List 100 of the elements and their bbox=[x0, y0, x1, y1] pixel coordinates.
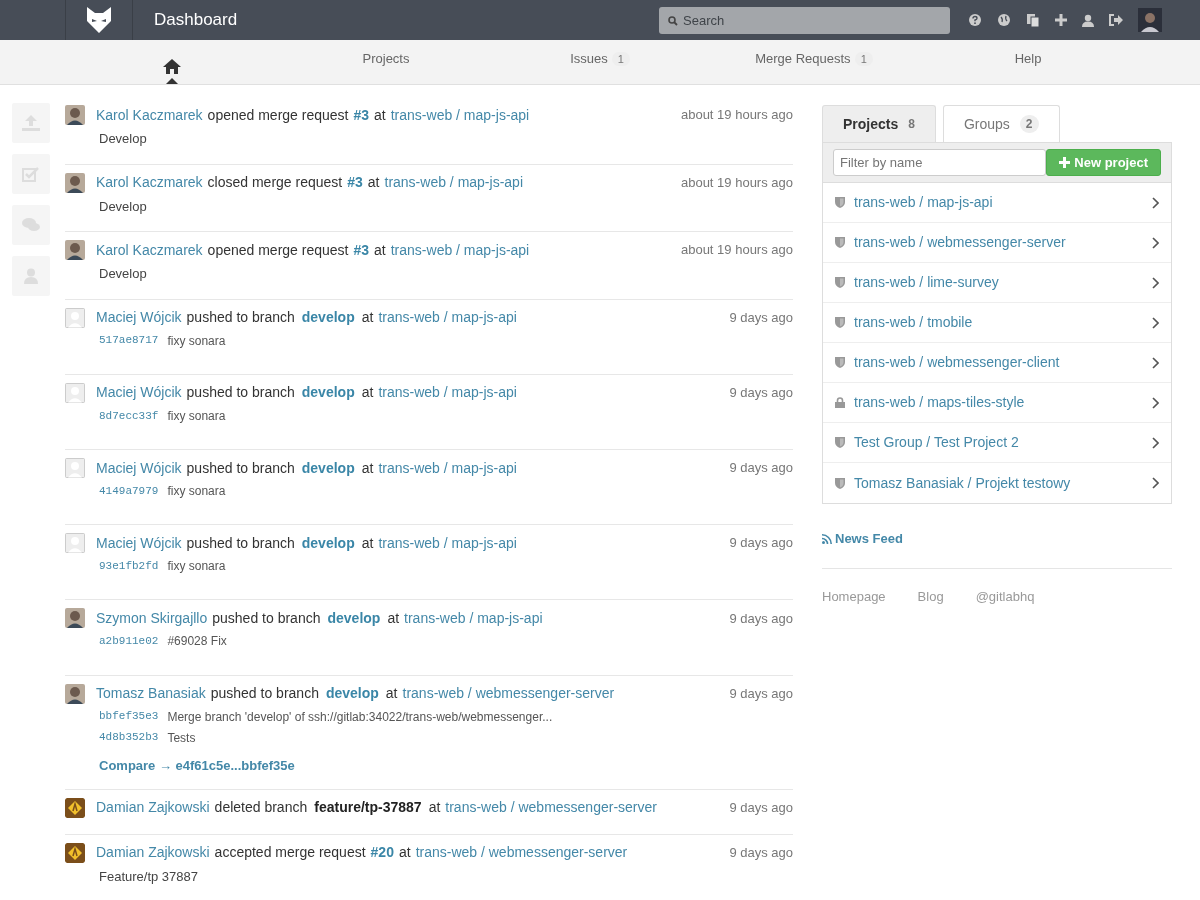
project-link[interactable]: trans-web / lime-survey bbox=[854, 273, 999, 292]
nav-tab[interactable]: Projects bbox=[362, 40, 410, 84]
news-feed-link[interactable]: News Feed bbox=[835, 530, 903, 548]
chevron-right-icon bbox=[1152, 356, 1159, 369]
shield-icon bbox=[835, 477, 845, 489]
ref-link[interactable]: develop bbox=[301, 383, 355, 403]
author-link[interactable]: Damian Zajkowski bbox=[96, 798, 210, 817]
sidebar-tab[interactable]: Projects 8 bbox=[822, 105, 936, 142]
project-link[interactable]: trans-web / webmessenger-server bbox=[402, 684, 615, 703]
commit-message: fixy sonara bbox=[167, 483, 226, 500]
filter-field[interactable]: Filter by name bbox=[833, 149, 1046, 176]
author-link[interactable]: Maciej Wójcik bbox=[96, 383, 182, 403]
plus-icon bbox=[1059, 157, 1071, 168]
chevron-right-icon bbox=[1152, 436, 1159, 449]
tab-count: 8 bbox=[908, 115, 915, 133]
event-action: opened merge request bbox=[207, 105, 349, 125]
author-link[interactable]: Tomasz Banasiak bbox=[96, 684, 206, 703]
commit-message: Tests bbox=[167, 729, 196, 746]
project-link[interactable]: trans-web / webmessenger-server bbox=[854, 233, 1066, 252]
author-link[interactable]: Karol Kaczmarek bbox=[96, 105, 203, 125]
checkbox-icon[interactable] bbox=[12, 154, 50, 194]
compare-link[interactable]: Compare → e4f61c5e...bbfef35e bbox=[99, 756, 295, 775]
project-link[interactable]: trans-web / maps-tiles-style bbox=[854, 393, 1025, 412]
new-project-button[interactable]: New project bbox=[1046, 149, 1161, 176]
ref-link[interactable]: #20 bbox=[370, 843, 394, 862]
ref-link[interactable]: develop bbox=[301, 533, 355, 553]
commit-sha[interactable]: 4149a7979 bbox=[99, 483, 159, 499]
commit-sha[interactable]: 517ae8717 bbox=[99, 333, 159, 349]
event-joiner: at bbox=[385, 684, 398, 703]
project-link[interactable]: trans-web / map-js-api bbox=[390, 105, 530, 125]
sidebar-tab[interactable]: Groups 2 bbox=[942, 105, 1060, 142]
event-joiner: at bbox=[367, 173, 380, 192]
avatar-logo bbox=[65, 842, 85, 863]
project-link[interactable]: trans-web / webmessenger-server bbox=[445, 798, 657, 817]
search-field[interactable]: Search bbox=[659, 6, 950, 34]
commit-message: fixy sonara bbox=[167, 332, 226, 349]
help-icon[interactable] bbox=[968, 13, 982, 27]
copy-icon[interactable] bbox=[1026, 13, 1040, 27]
ref-link[interactable]: develop bbox=[325, 684, 379, 703]
project-link[interactable]: trans-web / map-js-api bbox=[378, 308, 517, 328]
author-link[interactable]: Maciej Wójcik bbox=[96, 458, 182, 478]
ref-link[interactable]: develop bbox=[327, 608, 381, 628]
user-icon[interactable] bbox=[1082, 13, 1094, 27]
logout-icon[interactable] bbox=[1109, 14, 1123, 26]
lock-icon bbox=[835, 397, 845, 408]
author-link[interactable]: Maciej Wójcik bbox=[96, 533, 182, 553]
project-link[interactable]: trans-web / webmessenger-client bbox=[854, 353, 1060, 372]
ref-link[interactable]: #3 bbox=[347, 173, 363, 192]
chevron-right-icon bbox=[1152, 276, 1159, 289]
ref-link[interactable]: #3 bbox=[353, 240, 370, 260]
avatar-photo bbox=[65, 240, 85, 261]
ref-link[interactable]: #3 bbox=[353, 105, 370, 125]
event-action: accepted merge request bbox=[214, 843, 366, 862]
project-link[interactable]: trans-web / map-js-api bbox=[384, 173, 523, 192]
event-time: 9 days ago bbox=[729, 609, 793, 628]
commit-sha[interactable]: 8d7ecc33f bbox=[99, 408, 159, 424]
author-link[interactable]: Karol Kaczmarek bbox=[96, 240, 203, 260]
event-note: Feature/tp 37887 bbox=[99, 867, 200, 886]
nav-tab[interactable]: Merge Requests bbox=[755, 40, 851, 84]
project-link[interactable]: Test Group / Test Project 2 bbox=[854, 433, 1019, 452]
plus-icon[interactable] bbox=[1055, 14, 1067, 26]
author-link[interactable]: Szymon Skirgajllo bbox=[96, 608, 208, 628]
avatar-photo bbox=[65, 172, 85, 193]
project-link[interactable]: trans-web / map-js-api bbox=[390, 240, 530, 260]
commit-sha[interactable]: bbfef35e3 bbox=[99, 709, 159, 725]
event-note: Develop bbox=[99, 265, 148, 283]
fox-logo-icon[interactable] bbox=[84, 5, 114, 35]
event-time: 9 days ago bbox=[729, 798, 793, 817]
avatar-icon[interactable] bbox=[1138, 8, 1162, 32]
event-joiner: at bbox=[374, 240, 386, 260]
ref-link[interactable]: develop bbox=[301, 308, 355, 328]
author-link[interactable]: Karol Kaczmarek bbox=[96, 173, 203, 192]
project-link[interactable]: Tomasz Banasiak / Projekt testowy bbox=[854, 473, 1071, 493]
commit-sha[interactable]: 4d8b352b3 bbox=[99, 730, 159, 746]
project-link[interactable]: trans-web / map-js-api bbox=[854, 193, 993, 212]
footer-link[interactable]: Homepage bbox=[822, 587, 886, 606]
project-link[interactable]: trans-web / map-js-api bbox=[378, 383, 517, 403]
author-link[interactable]: Maciej Wójcik bbox=[96, 308, 182, 328]
project-link[interactable]: trans-web / map-js-api bbox=[378, 533, 517, 553]
count-badge: 1 bbox=[854, 52, 873, 67]
footer-link[interactable]: Blog bbox=[917, 587, 944, 606]
author-link[interactable]: Damian Zajkowski bbox=[96, 843, 210, 862]
event-time: 9 days ago bbox=[729, 843, 793, 862]
event-action: pushed to branch bbox=[186, 533, 295, 553]
project-link[interactable]: trans-web / map-js-api bbox=[378, 458, 517, 478]
nav-tab[interactable]: Help bbox=[1014, 40, 1042, 84]
avatar-photo bbox=[65, 683, 85, 704]
project-link[interactable]: trans-web / map-js-api bbox=[404, 608, 543, 628]
globe-icon[interactable] bbox=[997, 13, 1011, 27]
project-link[interactable]: trans-web / webmessenger-server bbox=[415, 843, 628, 862]
nav-tab[interactable]: Issues bbox=[570, 40, 608, 84]
event-action: pushed to branch bbox=[186, 308, 295, 328]
project-link[interactable]: trans-web / tmobile bbox=[854, 313, 973, 332]
commit-sha[interactable]: 93e1fb2fd bbox=[99, 558, 159, 574]
ref-link[interactable]: develop bbox=[301, 458, 355, 478]
commit-sha[interactable]: a2b911e02 bbox=[99, 634, 159, 649]
footer-link[interactable]: @gitlabhq bbox=[975, 587, 1035, 606]
event-action: pushed to branch bbox=[210, 684, 319, 703]
avatar-placeholder bbox=[65, 382, 85, 403]
event-time: 9 days ago bbox=[729, 308, 793, 327]
